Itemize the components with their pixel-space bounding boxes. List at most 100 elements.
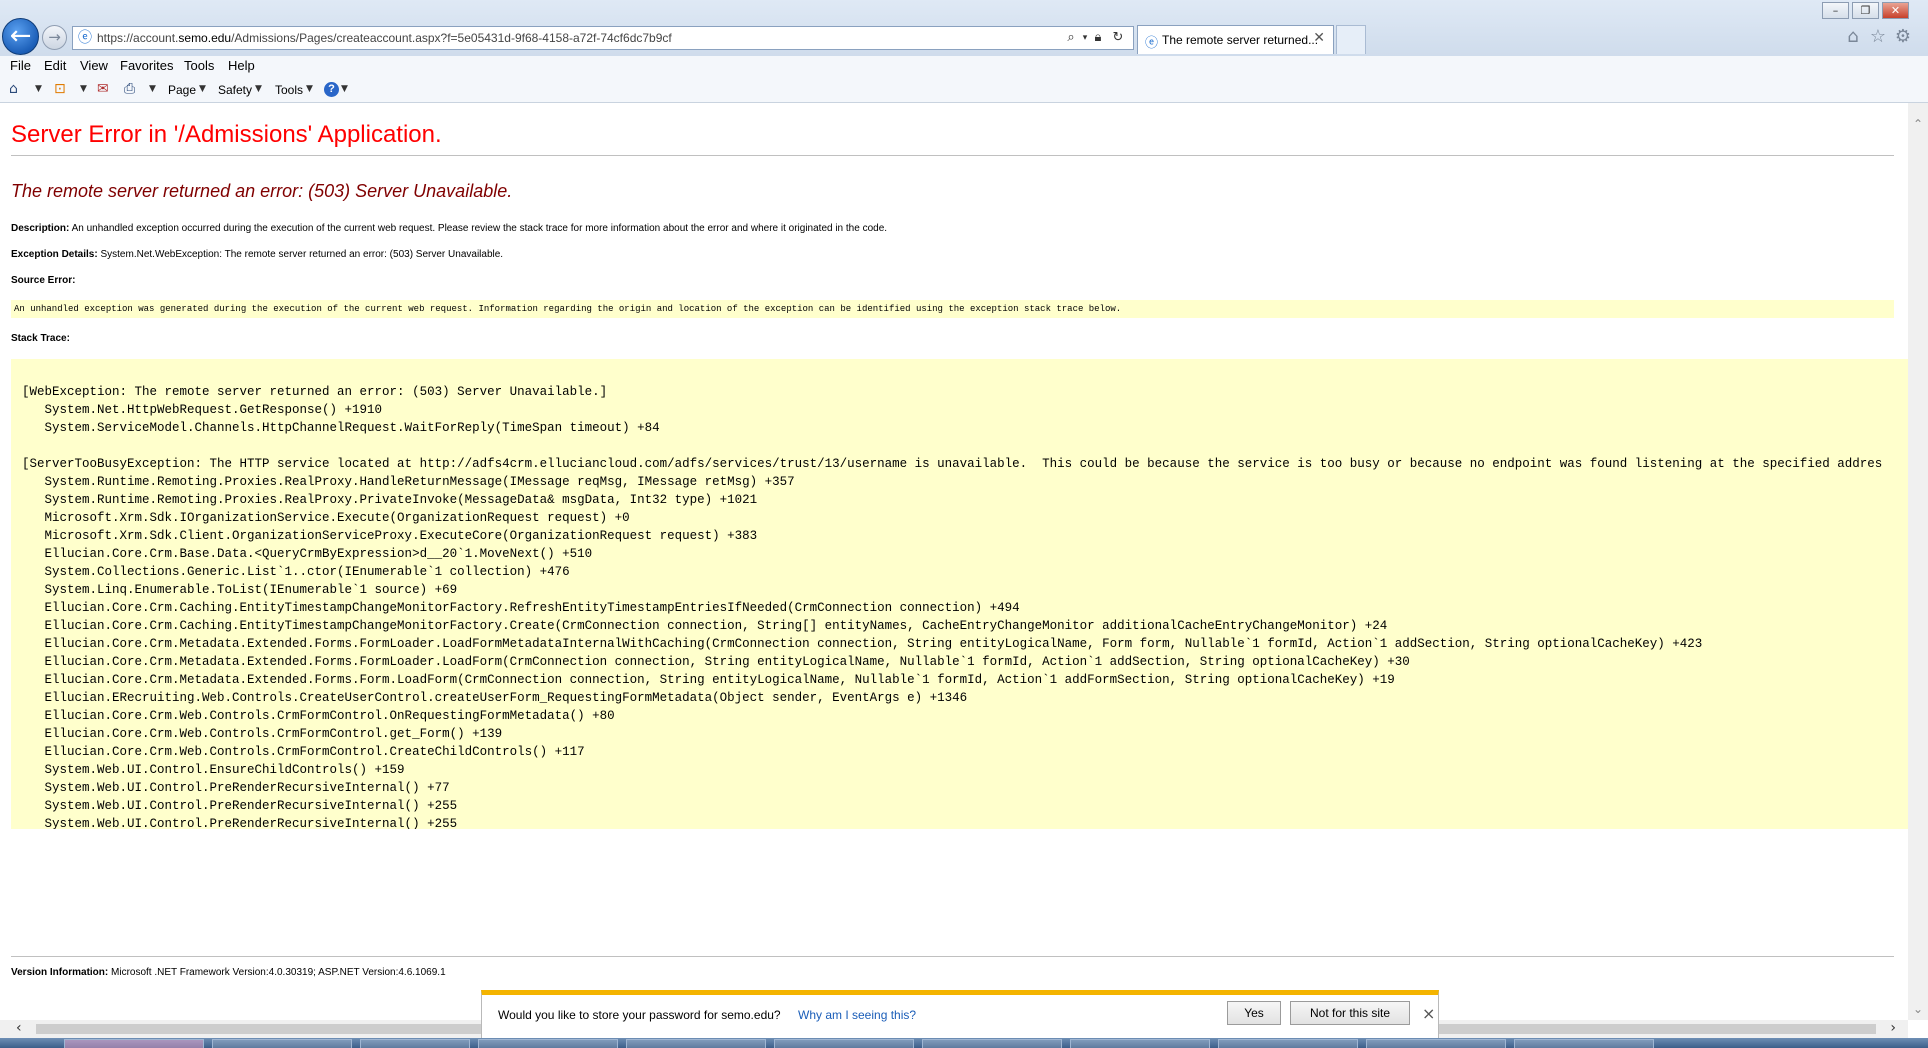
menu-file[interactable]: File: [10, 58, 31, 73]
tab-active[interactable]: ⓔ The remote server returned... ✕: [1137, 25, 1334, 54]
stack-trace-line: Microsoft.Xrm.Sdk.IOrganizationService.E…: [22, 511, 630, 525]
refresh-icon[interactable]: ↻: [1109, 29, 1127, 47]
stack-trace-line: System.Net.HttpWebRequest.GetResponse() …: [22, 403, 383, 417]
stack-trace-line: Ellucian.ERecruiting.Web.Controls.Create…: [22, 691, 968, 705]
scroll-down-icon[interactable]: ⌄: [1908, 1002, 1928, 1016]
stack-trace-line: System.Runtime.Remoting.Proxies.RealProx…: [22, 493, 758, 507]
stack-trace-line: Ellucian.Core.Crm.Metadata.Extended.Form…: [22, 637, 1703, 651]
rss-feed-icon[interactable]: ⊡: [54, 81, 66, 97]
gear-icon[interactable]: ⚙: [1892, 26, 1914, 48]
source-error-box: An unhandled exception was generated dur…: [11, 300, 1894, 318]
menu-edit[interactable]: Edit: [44, 58, 66, 73]
stack-trace-line: System.Runtime.Remoting.Proxies.RealProx…: [22, 475, 795, 489]
error-heading: The remote server returned an error: (50…: [11, 181, 513, 201]
stack-trace-line: System.Linq.Enumerable.ToList(IEnumerabl…: [22, 583, 458, 597]
menu-favorites[interactable]: Favorites: [120, 58, 173, 73]
window-close-button[interactable]: ✕: [1882, 2, 1909, 19]
forward-button[interactable]: →: [42, 25, 67, 50]
print-icon[interactable]: ⎙: [124, 81, 135, 97]
stack-trace-line: Ellucian.Core.Crm.Base.Data.<QueryCrmByE…: [22, 547, 593, 561]
stack-trace-line: [WebException: The remote server returne…: [22, 385, 608, 399]
stack-trace-line: Ellucian.Core.Crm.Web.Controls.CrmFormCo…: [22, 745, 585, 759]
tools-menu-button[interactable]: Tools: [275, 83, 303, 97]
taskbar-item[interactable]: [626, 1039, 766, 1048]
source-error-text: An unhandled exception was generated dur…: [14, 304, 1122, 314]
source-error-label: Source Error:: [11, 275, 76, 286]
divider: [11, 155, 1894, 156]
scroll-up-icon[interactable]: ⌃: [1908, 117, 1928, 131]
why-am-i-seeing-this-link[interactable]: Why am I seeing this?: [798, 1008, 916, 1022]
exception-label: Exception Details:: [11, 249, 98, 260]
menu-help[interactable]: Help: [228, 58, 255, 73]
password-notification-bar: Would you like to store your password fo…: [481, 990, 1439, 1039]
lock-icon[interactable]: 🔒︎: [1089, 29, 1107, 47]
ie-page-icon: ⓔ: [78, 30, 92, 46]
chevron-down-icon[interactable]: ▼: [80, 84, 87, 94]
stack-trace-line: Ellucian.Core.Crm.Metadata.Extended.Form…: [22, 673, 1395, 687]
taskbar-item[interactable]: [1366, 1039, 1506, 1048]
taskbar-item[interactable]: [360, 1039, 470, 1048]
taskbar-item[interactable]: [774, 1039, 914, 1048]
version-label: Version Information:: [11, 967, 109, 978]
stack-trace-line: Ellucian.Core.Crm.Caching.EntityTimestam…: [22, 619, 1388, 633]
restore-button[interactable]: ❐: [1852, 2, 1879, 19]
stack-trace-line: Ellucian.Core.Crm.Metadata.Extended.Form…: [22, 655, 1410, 669]
home-icon[interactable]: ⌂: [1842, 26, 1864, 48]
chevron-down-icon[interactable]: ▼: [149, 84, 156, 94]
taskbar-item[interactable]: [64, 1039, 204, 1048]
taskbar-item[interactable]: [1070, 1039, 1210, 1048]
arrow-left-icon: ←: [9, 21, 32, 51]
safety-menu-button[interactable]: Safety: [218, 83, 252, 97]
stack-trace-line: System.Web.UI.Control.PreRenderRecursive…: [22, 817, 458, 829]
description-label: Description:: [11, 223, 70, 234]
stack-trace-line: System.ServiceModel.Channels.HttpChannel…: [22, 421, 660, 435]
menu-bar: File Edit View Favorites Tools Help: [0, 56, 1928, 76]
stack-trace-line: System.Web.UI.Control.PreRenderRecursive…: [22, 781, 450, 795]
menu-tools[interactable]: Tools: [184, 58, 214, 73]
taskbar-item[interactable]: [212, 1039, 352, 1048]
description-text: An unhandled exception occurred during t…: [69, 223, 888, 234]
page-menu-button[interactable]: Page: [168, 83, 196, 97]
taskbar-item[interactable]: [922, 1039, 1062, 1048]
home-icon[interactable]: ⌂: [9, 81, 18, 97]
taskbar-item[interactable]: [478, 1039, 618, 1048]
chevron-down-icon[interactable]: ▼: [255, 84, 262, 94]
vertical-scrollbar[interactable]: ⌃ ⌄: [1908, 103, 1928, 1020]
stack-trace-label: Stack Trace:: [11, 333, 70, 344]
taskbar-item[interactable]: [1514, 1039, 1654, 1048]
page-content: Server Error in '/Admissions' Applicatio…: [0, 103, 1908, 1020]
scroll-right-icon[interactable]: ›: [1890, 1020, 1896, 1036]
ie-tab-icon: ⓔ: [1145, 36, 1159, 51]
not-for-this-site-button[interactable]: Not for this site: [1290, 1001, 1410, 1025]
close-icon[interactable]: ×: [1422, 1004, 1435, 1023]
chevron-down-icon[interactable]: ▼: [341, 84, 348, 94]
exception-text: System.Net.WebException: The remote serv…: [97, 249, 504, 260]
chevron-down-icon[interactable]: ▼: [35, 84, 42, 94]
help-icon[interactable]: ?: [324, 82, 339, 97]
exception-details: Exception Details: System.Net.WebExcepti…: [11, 249, 503, 260]
scroll-left-icon[interactable]: ‹: [16, 1020, 22, 1036]
tab-close-icon[interactable]: ✕: [1313, 30, 1325, 46]
yes-button[interactable]: Yes: [1227, 1001, 1281, 1025]
new-tab-button[interactable]: [1336, 25, 1366, 54]
menu-view[interactable]: View: [80, 58, 108, 73]
minimize-button[interactable]: –: [1822, 2, 1849, 19]
taskbar-item[interactable]: [1218, 1039, 1358, 1048]
version-text: Microsoft .NET Framework Version:4.0.303…: [108, 967, 446, 978]
stack-trace-line: Ellucian.Core.Crm.Caching.EntityTimestam…: [22, 601, 1020, 615]
back-button[interactable]: ←: [2, 18, 39, 55]
chevron-down-icon[interactable]: ▼: [306, 84, 313, 94]
arrow-right-icon: →: [48, 28, 61, 46]
chevron-down-icon[interactable]: ▼: [199, 84, 206, 94]
stack-trace-line: Microsoft.Xrm.Sdk.Client.OrganizationSer…: [22, 529, 758, 543]
divider: [11, 956, 1894, 957]
stack-trace-line: System.Web.UI.Control.EnsureChildControl…: [22, 763, 405, 777]
stack-trace-line: System.Web.UI.Control.PreRenderRecursive…: [22, 799, 458, 813]
stack-trace-line: Ellucian.Core.Crm.Web.Controls.CrmFormCo…: [22, 709, 615, 723]
url-text[interactable]: https://account.semo.edu/Admissions/Page…: [97, 31, 672, 45]
mail-icon[interactable]: ✉: [97, 81, 109, 97]
favorites-star-icon[interactable]: ☆: [1867, 26, 1889, 48]
address-bar[interactable]: ⓔ https://account.semo.edu/Admissions/Pa…: [72, 26, 1134, 50]
stack-trace-box: [WebException: The remote server returne…: [11, 359, 1908, 829]
page-title: Server Error in '/Admissions' Applicatio…: [11, 121, 442, 148]
